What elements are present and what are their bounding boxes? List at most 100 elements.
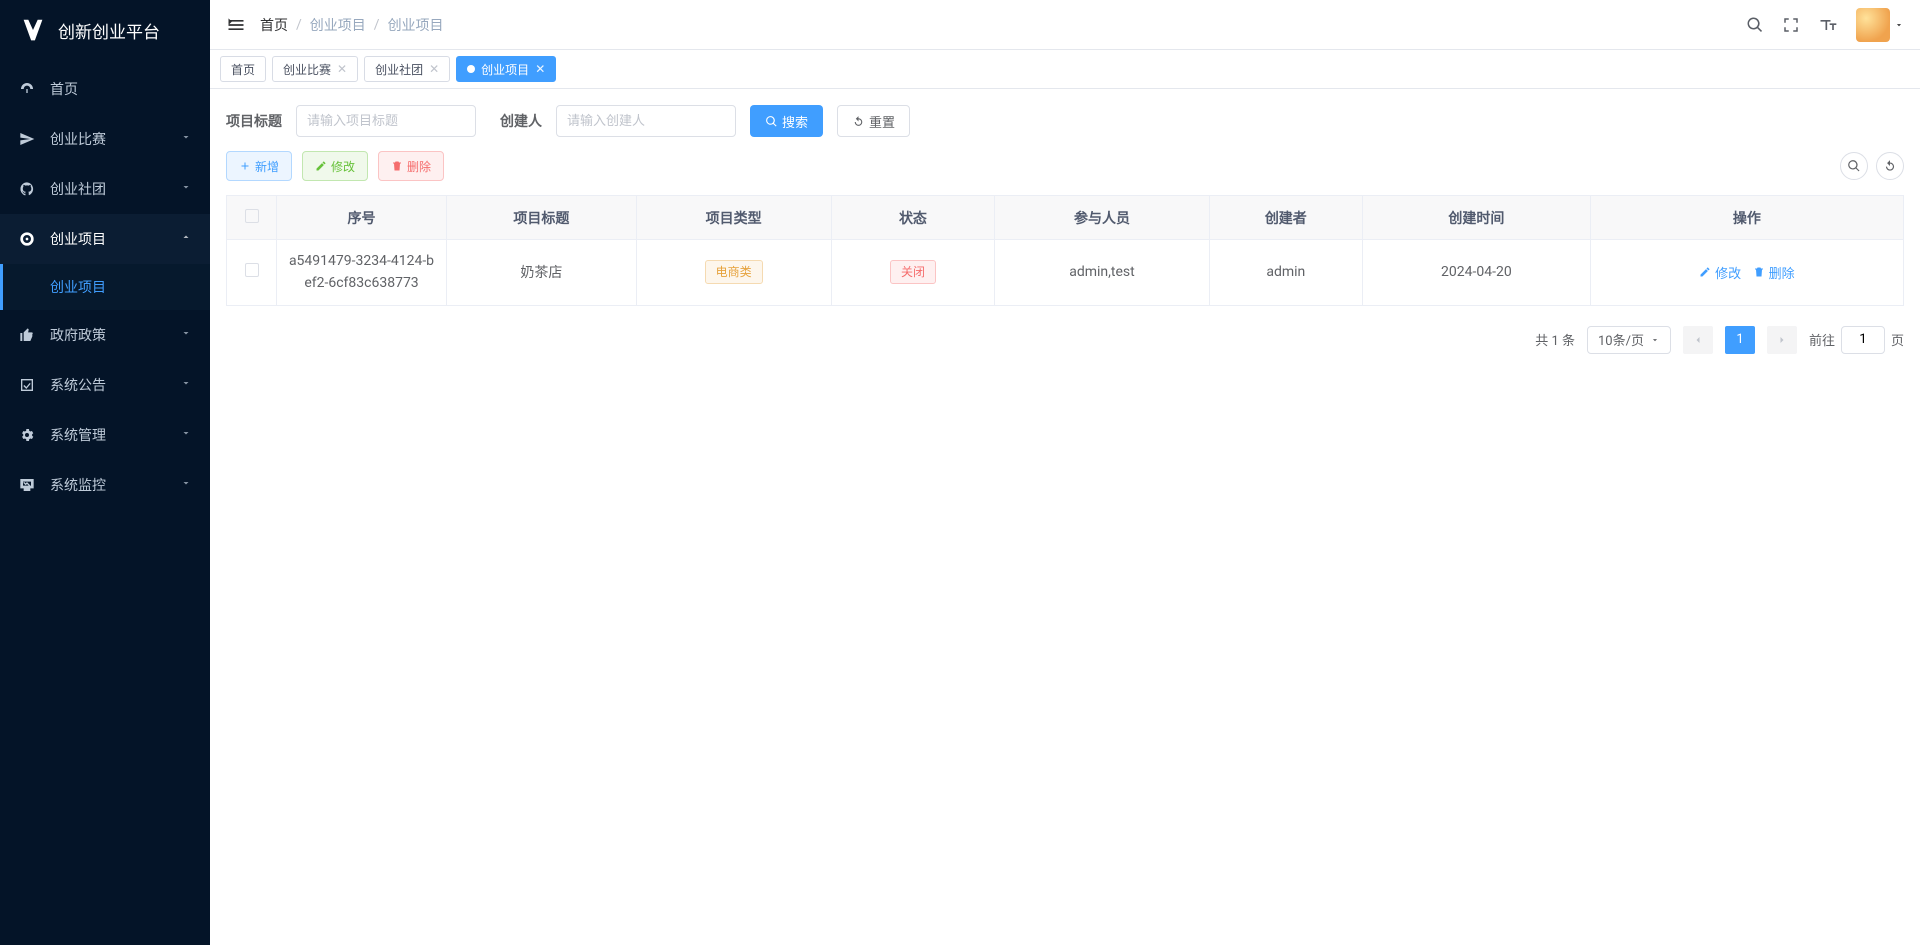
tab-close-icon[interactable]: ✕ (535, 62, 545, 76)
trash-icon (391, 160, 403, 172)
menu-fold-icon (226, 15, 246, 35)
delete-button[interactable]: 删除 (378, 151, 444, 181)
breadcrumb-sep: / (296, 17, 302, 33)
search-icon (765, 115, 778, 128)
brand: 创新创业平台 (0, 0, 210, 60)
topbar-fontsize[interactable] (1818, 15, 1838, 35)
button-label: 修改 (331, 158, 355, 175)
sidebar-item-label: 创业项目 (50, 229, 106, 249)
sidebar-item-admin[interactable]: 系统管理 (0, 410, 210, 460)
tab-competition[interactable]: 创业比赛 ✕ (272, 56, 358, 82)
sidebar-subitem-project[interactable]: 创业项目 (0, 264, 210, 310)
pagination: 共 1 条 10条/页 1 前往 页 (226, 326, 1904, 354)
col-created: 创建时间 (1362, 196, 1590, 240)
col-title: 项目标题 (447, 196, 637, 240)
breadcrumb-item[interactable]: 创业项目 (310, 15, 366, 35)
breadcrumb-sep: / (374, 17, 380, 33)
filter-title-input[interactable] (296, 105, 476, 137)
sidebar-item-label: 创业社团 (50, 179, 106, 199)
sidebar-item-project[interactable]: 创业项目 (0, 214, 210, 264)
col-seq: 序号 (277, 196, 447, 240)
chevron-down-icon (180, 427, 192, 443)
pagination-next[interactable] (1767, 326, 1797, 354)
brand-logo-icon (18, 15, 48, 45)
gear-icon (18, 426, 36, 444)
filter-row: 项目标题 创建人 搜索 重置 (226, 105, 1904, 137)
tab-club[interactable]: 创业社团 ✕ (364, 56, 450, 82)
sidebar-item-policy[interactable]: 政府政策 (0, 310, 210, 360)
sidebar-subitem-label: 创业项目 (50, 277, 106, 297)
add-button[interactable]: 新增 (226, 151, 292, 181)
tab-home[interactable]: 首页 (220, 56, 266, 82)
breadcrumb-item[interactable]: 首页 (260, 15, 288, 35)
sidebar-item-label: 系统监控 (50, 475, 106, 495)
reset-button[interactable]: 重置 (837, 105, 910, 137)
checkbox-all[interactable] (245, 209, 259, 223)
col-creator: 创建者 (1209, 196, 1362, 240)
cell-type-tag: 电商类 (705, 260, 763, 284)
breadcrumb-item: 创业项目 (388, 15, 444, 35)
tab-active-dot (467, 65, 475, 73)
edit-icon (1699, 266, 1711, 278)
tab-close-icon[interactable]: ✕ (337, 62, 347, 76)
paper-plane-icon (18, 130, 36, 148)
chevron-down-icon (180, 327, 192, 343)
sidebar-submenu-project: 创业项目 (0, 264, 210, 310)
topbar-fullscreen[interactable] (1782, 16, 1800, 34)
row-edit-link[interactable]: 修改 (1699, 263, 1741, 282)
col-checkbox (227, 196, 277, 240)
row-checkbox[interactable] (245, 263, 259, 277)
cell-created: 2024-04-20 (1362, 240, 1590, 306)
target-icon (18, 230, 36, 248)
sidebar-item-club[interactable]: 创业社团 (0, 164, 210, 214)
search-icon (1847, 159, 1861, 173)
user-avatar-menu[interactable] (1856, 8, 1904, 42)
brand-title: 创新创业平台 (58, 18, 160, 43)
tab-project[interactable]: 创业项目 ✕ (456, 56, 556, 82)
sidebar-item-notice[interactable]: 系统公告 (0, 360, 210, 410)
button-label: 删除 (407, 158, 431, 175)
button-label: 重置 (869, 112, 895, 131)
fullscreen-icon (1782, 16, 1800, 34)
sidebar-menu: 首页 创业比赛 创业社团 创业项目 创业项目 (0, 60, 210, 510)
col-status: 状态 (831, 196, 995, 240)
tab-close-icon[interactable]: ✕ (429, 62, 439, 76)
pagination-jump: 前往 页 (1809, 326, 1904, 354)
topbar-search[interactable] (1746, 16, 1764, 34)
chevron-down-icon (180, 477, 192, 493)
pagination-jump-input[interactable] (1841, 326, 1885, 354)
thumb-up-icon (18, 326, 36, 344)
col-participants: 参与人员 (995, 196, 1209, 240)
tab-label: 创业社团 (375, 61, 423, 78)
sidebar-item-competition[interactable]: 创业比赛 (0, 114, 210, 164)
button-label: 搜索 (782, 112, 808, 131)
pagination-prev[interactable] (1683, 326, 1713, 354)
toggle-search-button[interactable] (1840, 152, 1868, 180)
sidebar-item-label: 政府政策 (50, 325, 106, 345)
filter-title-label: 项目标题 (226, 111, 282, 131)
refresh-button[interactable] (1876, 152, 1904, 180)
edit-button[interactable]: 修改 (302, 151, 368, 181)
sidebar-item-monitor[interactable]: 系统监控 (0, 460, 210, 510)
filter-creator-label: 创建人 (500, 111, 542, 131)
chevron-down-icon (1650, 335, 1660, 345)
refresh-icon (1883, 159, 1897, 173)
avatar-icon (1856, 8, 1890, 42)
chevron-down-icon (180, 377, 192, 393)
trash-icon (1753, 266, 1765, 278)
sidebar-item-label: 创业比赛 (50, 129, 106, 149)
pagination-page-1[interactable]: 1 (1725, 326, 1755, 354)
tab-label: 创业项目 (481, 61, 529, 78)
tab-label: 创业比赛 (283, 61, 331, 78)
row-delete-link[interactable]: 删除 (1753, 263, 1795, 282)
sidebar-item-home[interactable]: 首页 (0, 64, 210, 114)
search-button[interactable]: 搜索 (750, 105, 823, 137)
plus-icon (239, 160, 251, 172)
cell-status-tag: 关闭 (890, 260, 936, 284)
sidebar-item-label: 系统管理 (50, 425, 106, 445)
pagination-pagesize[interactable]: 10条/页 (1587, 326, 1671, 354)
sidebar: 创新创业平台 首页 创业比赛 创业社团 创业项目 (0, 0, 210, 945)
filter-creator-input[interactable] (556, 105, 736, 137)
sidebar-toggle[interactable] (226, 15, 246, 35)
caret-down-icon (1894, 20, 1904, 30)
